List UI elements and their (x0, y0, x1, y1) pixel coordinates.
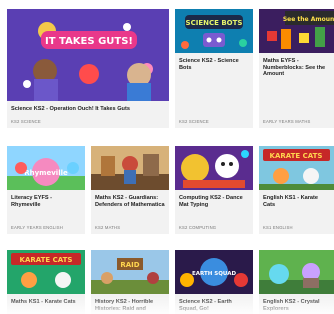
game-thumbnail[interactable]: KARATE CATS (259, 146, 334, 190)
thumbnail-title-text: RAID (120, 261, 139, 269)
game-card-science-bots[interactable]: SCIENCE BOTS Science KS2 - Science Bots K… (175, 9, 253, 128)
game-card-karate-cats-maths[interactable]: KARATE CATS Maths KS1 - Karate Cats (7, 250, 85, 314)
game-title[interactable]: Science KS2 - Earth Squad, Go! (179, 299, 250, 312)
game-thumbnail[interactable] (91, 146, 169, 190)
game-thumbnail[interactable]: Rhymeville (7, 146, 85, 190)
subject-label: KS1 ENGLISH (263, 225, 293, 230)
thumbnail-title-text: IT TAKES GUTS! (45, 36, 133, 47)
thumbnail-title-text: Rhymeville (24, 169, 68, 177)
thumbnail-title-text: SCIENCE BOTS (186, 19, 243, 27)
game-thumbnail[interactable]: See the Amount (259, 9, 334, 53)
subject-label: KS2 SCIENCE (11, 119, 41, 124)
thumbnail-title-text: KARATE CATS (20, 256, 73, 264)
game-card-horrible-histories[interactable]: RAID History KS2 - Horrible Histories: R… (91, 250, 169, 314)
thumbnail-title-text: EARTH SQUAD (192, 271, 236, 277)
game-title[interactable]: History KS2 - Horrible Histories: Raid a… (95, 299, 166, 312)
game-thumbnail[interactable]: KARATE CATS (7, 250, 85, 294)
game-card-dance-mat-typing[interactable]: Computing KS2 - Dance Mat Typing KS2 COMP… (175, 146, 253, 234)
game-title[interactable]: English KS1 - Karate Cats (263, 195, 331, 208)
game-title[interactable]: English KS2 - Crystal Explorers (263, 299, 331, 312)
game-card-crystal-explorers[interactable]: English KS2 - Crystal Explorers (259, 250, 334, 314)
game-title[interactable]: Maths KS2 - Guardians: Defenders of Math… (95, 195, 166, 208)
game-card-guardians-mathematica[interactable]: Maths KS2 - Guardians: Defenders of Math… (91, 146, 169, 234)
game-thumbnail[interactable] (175, 146, 253, 190)
subject-label: KS2 MATHS (95, 225, 121, 230)
game-card-operation-ouch[interactable]: IT TAKES GUTS! Science KS2 - Operation O… (7, 9, 169, 128)
game-thumbnail[interactable]: SCIENCE BOTS (175, 9, 253, 53)
game-grid: IT TAKES GUTS! Science KS2 - Operation O… (0, 0, 334, 314)
thumbnail-title-text: KARATE CATS (270, 152, 323, 160)
subject-label: KS2 COMPUTING (179, 225, 217, 230)
game-thumbnail[interactable]: EARTH SQUAD (175, 250, 253, 294)
game-thumbnail[interactable] (259, 250, 334, 294)
subject-label: KS2 SCIENCE (179, 119, 209, 124)
game-title[interactable]: Computing KS2 - Dance Mat Typing (179, 195, 250, 208)
game-thumbnail[interactable]: RAID (91, 250, 169, 294)
game-card-rhymeville[interactable]: Rhymeville Literacy EYFS - Rhymeville EAR… (7, 146, 85, 234)
game-title[interactable]: Science KS2 - Science Bots (179, 58, 250, 71)
game-card-numberblocks[interactable]: See the Amount Maths EYFS - Numberblocks… (259, 9, 334, 128)
subject-label: EARLY YEARS MATHS (263, 119, 311, 124)
game-title[interactable]: Science KS2 - Operation Ouch! It Takes G… (11, 106, 166, 113)
subject-label: EARLY YEARS ENGLISH (11, 225, 63, 230)
game-title[interactable]: Literacy EYFS - Rhymeville (11, 195, 82, 208)
game-title[interactable]: Maths EYFS - Numberblocks: See the Amoun… (263, 58, 331, 78)
game-card-karate-cats-english[interactable]: KARATE CATS English KS1 - Karate Cats KS1… (259, 146, 334, 234)
game-thumbnail[interactable]: IT TAKES GUTS! (7, 9, 169, 101)
game-card-earth-squad[interactable]: EARTH SQUAD Science KS2 - Earth Squad, G… (175, 250, 253, 314)
game-title[interactable]: Maths KS1 - Karate Cats (11, 299, 82, 306)
thumbnail-title-text: See the Amount (283, 16, 334, 23)
